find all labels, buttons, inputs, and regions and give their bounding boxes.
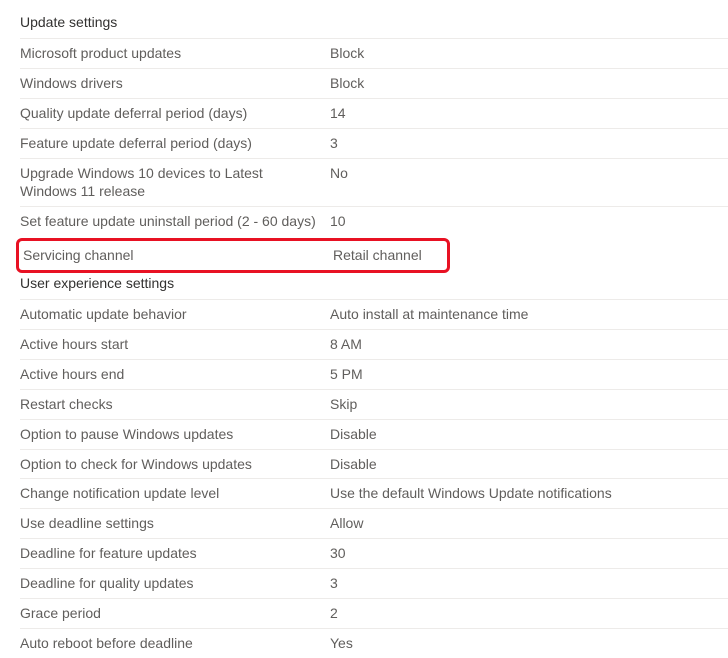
setting-label: Change notification update level <box>20 484 330 503</box>
section-header-update-settings: Update settings <box>20 14 728 30</box>
setting-value: Block <box>330 44 728 63</box>
setting-row: Deadline for quality updates 3 <box>20 568 728 598</box>
setting-row: Automatic update behavior Auto install a… <box>20 299 728 329</box>
setting-label: Servicing channel <box>23 246 333 265</box>
setting-value: Block <box>330 74 728 93</box>
setting-value: Yes <box>330 634 728 653</box>
setting-label: Restart checks <box>20 395 330 414</box>
setting-row: Option to check for Windows updates Disa… <box>20 449 728 479</box>
setting-label: Active hours start <box>20 335 330 354</box>
setting-row: Grace period 2 <box>20 598 728 628</box>
setting-label: Option to pause Windows updates <box>20 425 330 444</box>
setting-value: Auto install at maintenance time <box>330 305 728 324</box>
setting-value: 8 AM <box>330 335 728 354</box>
setting-row: Change notification update level Use the… <box>20 478 728 508</box>
setting-row: Quality update deferral period (days) 14 <box>20 98 728 128</box>
setting-label: Windows drivers <box>20 74 330 93</box>
setting-label: Auto reboot before deadline <box>20 634 330 653</box>
setting-value: Allow <box>330 514 728 533</box>
setting-value: 3 <box>330 574 728 593</box>
setting-value: Disable <box>330 425 728 444</box>
setting-value: 30 <box>330 544 728 563</box>
setting-row: Option to pause Windows updates Disable <box>20 419 728 449</box>
setting-value: No <box>330 164 728 183</box>
setting-row: Restart checks Skip <box>20 389 728 419</box>
setting-label: Set feature update uninstall period (2 -… <box>20 212 330 231</box>
setting-row: Windows drivers Block <box>20 68 728 98</box>
setting-row: Upgrade Windows 10 devices to Latest Win… <box>20 158 728 207</box>
setting-label: Feature update deferral period (days) <box>20 134 330 153</box>
setting-value: Use the default Windows Update notificat… <box>330 484 728 503</box>
setting-label: Automatic update behavior <box>20 305 330 324</box>
setting-row: Auto reboot before deadline Yes <box>20 628 728 658</box>
setting-row: Use deadline settings Allow <box>20 508 728 538</box>
setting-label: Active hours end <box>20 365 330 384</box>
setting-label: Option to check for Windows updates <box>20 455 330 474</box>
setting-value: 3 <box>330 134 728 153</box>
setting-row: Set feature update uninstall period (2 -… <box>20 206 728 236</box>
setting-row: Feature update deferral period (days) 3 <box>20 128 728 158</box>
setting-row: Microsoft product updates Block <box>20 38 728 68</box>
setting-value: Disable <box>330 455 728 474</box>
setting-label: Quality update deferral period (days) <box>20 104 330 123</box>
setting-value: 2 <box>330 604 728 623</box>
section-header-user-experience-settings: User experience settings <box>20 275 728 291</box>
setting-label: Deadline for quality updates <box>20 574 330 593</box>
setting-value: 14 <box>330 104 728 123</box>
setting-value: 5 PM <box>330 365 728 384</box>
setting-label: Microsoft product updates <box>20 44 330 63</box>
setting-row: Active hours start 8 AM <box>20 329 728 359</box>
setting-label: Deadline for feature updates <box>20 544 330 563</box>
setting-value: 10 <box>330 212 728 231</box>
setting-value: Retail channel <box>333 246 443 265</box>
setting-row: Deadline for feature updates 30 <box>20 538 728 568</box>
setting-row: Active hours end 5 PM <box>20 359 728 389</box>
setting-row: Servicing channel Retail channel <box>21 243 443 268</box>
setting-label: Upgrade Windows 10 devices to Latest Win… <box>20 164 330 202</box>
highlighted-setting-row: Servicing channel Retail channel <box>16 238 450 273</box>
setting-value: Skip <box>330 395 728 414</box>
setting-label: Grace period <box>20 604 330 623</box>
setting-label: Use deadline settings <box>20 514 330 533</box>
